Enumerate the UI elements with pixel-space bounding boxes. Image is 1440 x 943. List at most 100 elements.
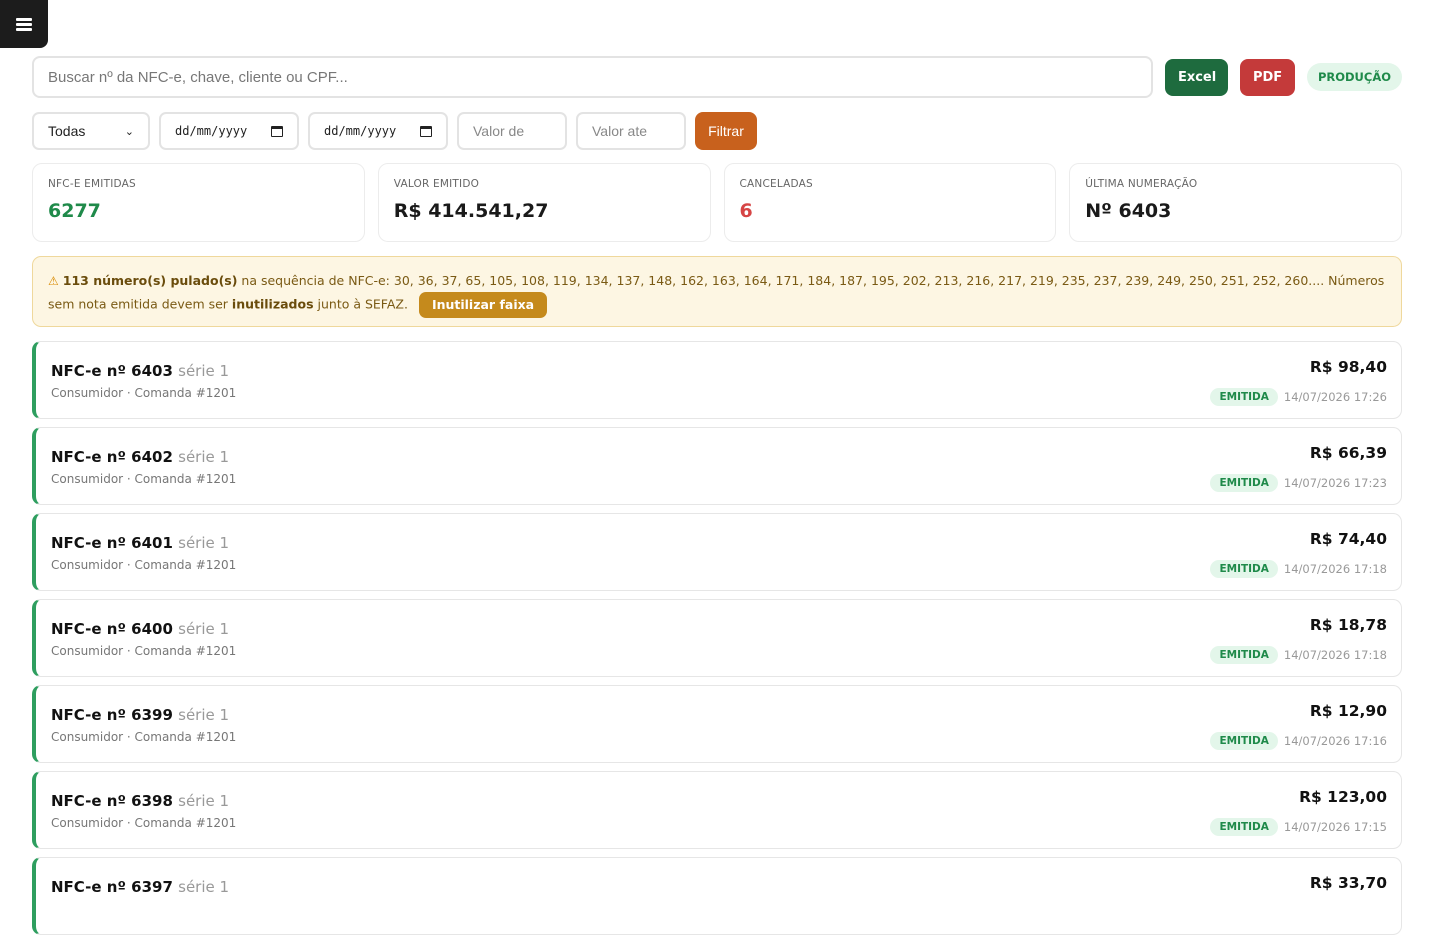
stat-value: 6	[739, 200, 753, 222]
date-to-value: dd/mm/yyyy	[324, 124, 397, 138]
calendar-icon[interactable]	[271, 125, 283, 137]
alert-count: 113 número(s) pulado(s)	[62, 273, 238, 288]
status-badge: EMITIDA	[1210, 560, 1278, 578]
nfce-serie: série 1	[178, 792, 230, 810]
chevron-down-icon: ⌄	[124, 125, 134, 138]
nfce-meta: EMITIDA 14/07/2026 17:18	[1210, 646, 1387, 664]
search-input[interactable]	[32, 56, 1153, 98]
nfce-number: 6398	[131, 792, 173, 810]
status-badge: EMITIDA	[1210, 388, 1278, 406]
nfce-serie: série 1	[178, 706, 230, 724]
alert-tail: junto à SEFAZ.	[313, 296, 408, 312]
excel-export-button[interactable]: Excel	[1164, 58, 1228, 96]
nfce-prefix: NFC-e nº	[51, 620, 126, 638]
nfce-amount: R$ 74,40	[1309, 530, 1387, 548]
nfce-amount: R$ 12,90	[1309, 702, 1387, 720]
nfce-prefix: NFC-e nº	[51, 706, 126, 724]
date-from-input[interactable]: dd/mm/yyyy	[159, 112, 299, 150]
nfce-title: NFC-e nº 6401 série 1	[51, 534, 229, 552]
nfce-serie: série 1	[178, 620, 230, 638]
menu-button[interactable]	[0, 0, 48, 48]
status-badge: EMITIDA	[1210, 732, 1278, 750]
stat-label: Canceladas	[739, 178, 813, 190]
nfce-card[interactable]: NFC-e nº 6398 série 1 Consumidor · Coman…	[32, 771, 1402, 849]
status-select[interactable]: Todas ⌄	[32, 112, 150, 150]
nfce-amount: R$ 33,70	[1309, 874, 1387, 892]
stat-card-last-number: Última numeração Nº 6403	[1069, 163, 1402, 242]
nfce-prefix: NFC-e nº	[51, 878, 126, 896]
nfce-card[interactable]: NFC-e nº 6400 série 1 Consumidor · Coman…	[32, 599, 1402, 677]
nfce-meta: EMITIDA 14/07/2026 17:23	[1210, 474, 1387, 492]
filter-bar: Todas ⌄ dd/mm/yyyy dd/mm/yyyy Valor de V…	[32, 112, 757, 150]
nfce-number: 6403	[131, 362, 173, 380]
nfce-datetime: 14/07/2026 17:18	[1283, 648, 1387, 662]
nfce-meta: EMITIDA 14/07/2026 17:26	[1210, 388, 1387, 406]
nfce-title: NFC-e nº 6399 série 1	[51, 706, 229, 724]
nfce-subtitle: Consumidor · Comanda #1201	[51, 558, 237, 572]
stat-label: Última numeração	[1085, 178, 1198, 190]
status-badge: EMITIDA	[1210, 818, 1278, 836]
status-badge: EMITIDA	[1210, 474, 1278, 492]
environment-badge: PRODUÇÃO	[1306, 63, 1402, 91]
nfce-subtitle: Consumidor · Comanda #1201	[51, 816, 237, 830]
nfce-datetime: 14/07/2026 17:16	[1283, 734, 1387, 748]
nfce-subtitle: Consumidor · Comanda #1201	[51, 386, 237, 400]
value-to-input[interactable]: Valor ate	[576, 112, 686, 150]
nfce-list: NFC-e nº 6403 série 1 Consumidor · Coman…	[32, 341, 1402, 943]
nfce-title: NFC-e nº 6400 série 1	[51, 620, 229, 638]
nfce-datetime: 14/07/2026 17:15	[1283, 820, 1387, 834]
stat-value: 6277	[48, 200, 101, 222]
nfce-card[interactable]: NFC-e nº 6403 série 1 Consumidor · Coman…	[32, 341, 1402, 419]
nfce-title: NFC-e nº 6403 série 1	[51, 362, 229, 380]
filter-button[interactable]: Filtrar	[695, 112, 757, 150]
stat-value: Nº 6403	[1085, 200, 1172, 222]
value-from-input[interactable]: Valor de	[457, 112, 567, 150]
nfce-serie: série 1	[178, 448, 230, 466]
nfce-number: 6401	[131, 534, 173, 552]
skipped-numbers-alert: ⚠ 113 número(s) pulado(s) na sequência d…	[32, 256, 1402, 327]
nfce-subtitle: Consumidor · Comanda #1201	[51, 644, 237, 658]
warning-icon: ⚠	[48, 274, 59, 288]
nfce-card[interactable]: NFC-e nº 6399 série 1 Consumidor · Coman…	[32, 685, 1402, 763]
stat-label: NFC-e emitidas	[48, 178, 136, 190]
nfce-serie: série 1	[178, 878, 230, 896]
nfce-amount: R$ 66,39	[1309, 444, 1387, 462]
nfce-prefix: NFC-e nº	[51, 792, 126, 810]
nfce-amount: R$ 98,40	[1309, 358, 1387, 376]
date-from-value: dd/mm/yyyy	[175, 124, 248, 138]
stat-card-canceled: Canceladas 6	[723, 163, 1057, 242]
toolbar: Excel PDF PRODUÇÃO	[32, 56, 1402, 98]
nfce-meta: EMITIDA 14/07/2026 17:16	[1210, 732, 1387, 750]
nfce-prefix: NFC-e nº	[51, 362, 126, 380]
nfce-datetime: 14/07/2026 17:23	[1283, 476, 1387, 490]
nfce-serie: série 1	[178, 362, 230, 380]
nfce-serie: série 1	[178, 534, 230, 552]
nfce-prefix: NFC-e nº	[51, 534, 126, 552]
nfce-title: NFC-e nº 6398 série 1	[51, 792, 229, 810]
nfce-number: 6397	[131, 878, 173, 896]
nfce-number: 6402	[131, 448, 173, 466]
nfce-card[interactable]: NFC-e nº 6397 série 1 R$ 33,70	[32, 857, 1402, 935]
nfce-amount: R$ 18,78	[1309, 616, 1387, 634]
nfce-prefix: NFC-e nº	[51, 448, 126, 466]
nfce-meta: EMITIDA 14/07/2026 17:18	[1210, 560, 1387, 578]
date-to-input[interactable]: dd/mm/yyyy	[308, 112, 448, 150]
calendar-icon[interactable]	[420, 125, 432, 137]
alert-bold-word: inutilizados	[231, 296, 314, 312]
stat-label: Valor emitido	[393, 178, 480, 190]
nfce-number: 6400	[131, 620, 173, 638]
stat-card-emitted: NFC-e emitidas 6277	[32, 163, 365, 242]
nfce-card[interactable]: NFC-e nº 6402 série 1 Consumidor · Coman…	[32, 427, 1402, 505]
nfce-datetime: 14/07/2026 17:26	[1283, 390, 1387, 404]
status-select-value: Todas	[48, 123, 86, 139]
nfce-datetime: 14/07/2026 17:18	[1283, 562, 1387, 576]
stat-card-value: Valor emitido R$ 414.541,27	[377, 163, 711, 242]
nfce-subtitle: Consumidor · Comanda #1201	[51, 472, 237, 486]
pdf-export-button[interactable]: PDF	[1239, 58, 1295, 96]
stats-row: NFC-e emitidas 6277 Valor emitido R$ 414…	[32, 163, 1402, 242]
nfce-amount: R$ 123,00	[1299, 788, 1387, 806]
nfce-card[interactable]: NFC-e nº 6401 série 1 Consumidor · Coman…	[32, 513, 1402, 591]
stat-value: R$ 414.541,27	[393, 200, 549, 222]
nfce-subtitle: Consumidor · Comanda #1201	[51, 730, 237, 744]
inutilizar-faixa-button[interactable]: Inutilizar faixa	[418, 292, 548, 318]
